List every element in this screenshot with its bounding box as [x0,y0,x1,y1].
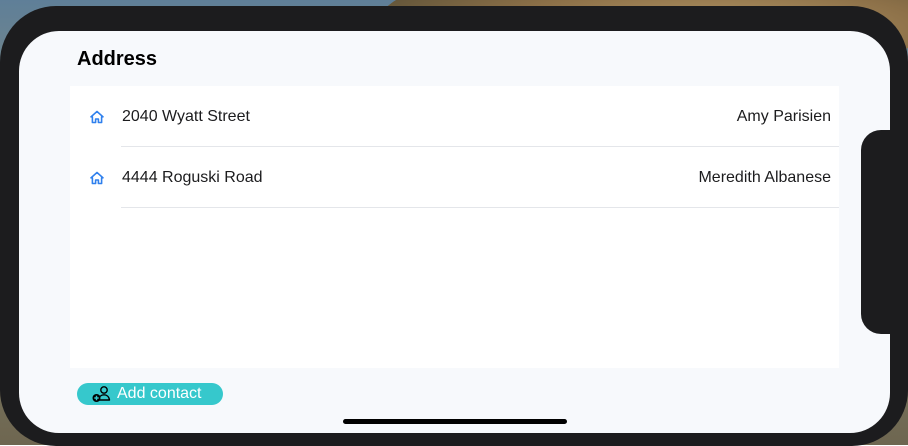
contact-name: Meredith Albanese [698,169,831,186]
page-title: Address [77,48,158,70]
add-contact-label: Add contact [117,385,202,402]
address-row[interactable]: 2040 Wyatt Street Amy Parisien [70,86,839,147]
address-list: 2040 Wyatt Street Amy Parisien 4444 Rogu… [70,86,839,368]
add-person-icon [92,386,111,402]
contact-name: Amy Parisien [736,108,831,125]
device-frame: Address 2040 Wyatt Street Amy Parisien 4… [0,6,908,446]
device-notch [861,130,908,334]
address-row[interactable]: 4444 Roguski Road Meredith Albanese [70,147,839,208]
app-screen: Address 2040 Wyatt Street Amy Parisien 4… [19,31,890,433]
street-address: 4444 Roguski Road [122,169,263,186]
row-divider [121,207,839,208]
home-icon [90,110,104,124]
home-indicator[interactable] [343,419,567,424]
street-address: 2040 Wyatt Street [122,108,250,125]
add-contact-button[interactable]: Add contact [77,383,223,405]
home-icon [90,171,104,185]
